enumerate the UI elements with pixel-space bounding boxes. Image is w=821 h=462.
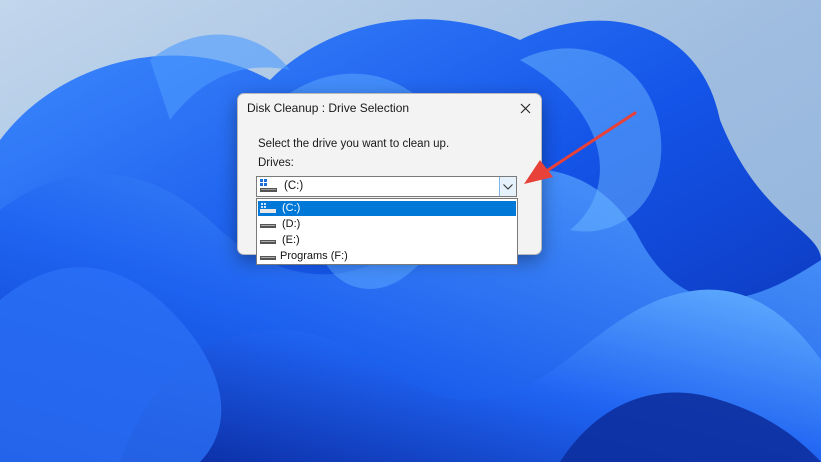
red-arrow-annotation: [524, 111, 637, 184]
desktop: Disk Cleanup : Drive Selection Select th…: [0, 0, 821, 462]
